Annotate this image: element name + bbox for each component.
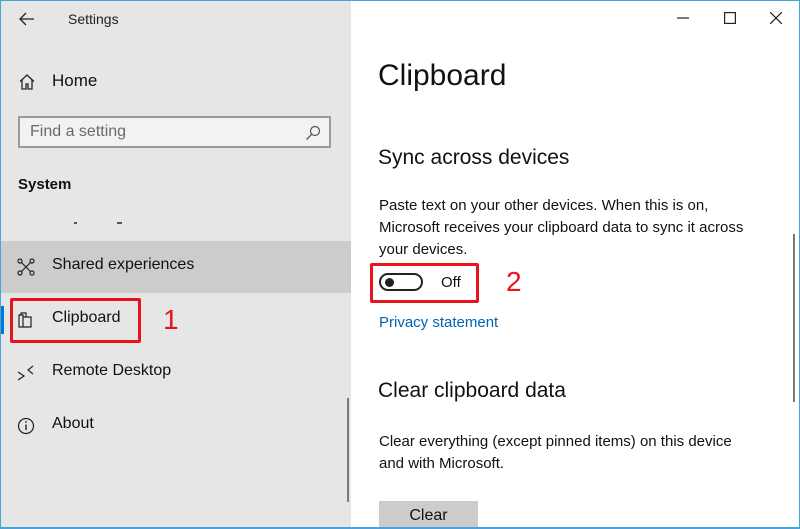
annotation-number-2: 2 xyxy=(506,266,522,297)
maximize-button[interactable] xyxy=(707,1,753,35)
sidebar-item-label: About xyxy=(52,415,94,432)
app-title: Settings xyxy=(68,11,119,27)
content-scrollbar[interactable] xyxy=(793,234,795,402)
clipped-sidebar-item xyxy=(1,206,351,236)
sidebar-item-about[interactable]: About xyxy=(1,400,351,452)
search-icon[interactable] xyxy=(305,125,321,141)
search-box[interactable] xyxy=(18,116,331,148)
annotation-box-2 xyxy=(370,263,479,303)
clipped-text-fragment xyxy=(74,222,77,224)
search-input[interactable] xyxy=(30,122,300,142)
privacy-statement-link[interactable]: Privacy statement xyxy=(379,314,498,331)
settings-window: Settings Home System Shared experiences xyxy=(0,0,800,529)
section-title: System xyxy=(18,176,72,193)
home-icon xyxy=(19,74,35,90)
info-icon xyxy=(17,417,35,435)
clear-button[interactable]: Clear xyxy=(379,501,478,527)
sidebar-scrollbar[interactable] xyxy=(347,398,349,502)
annotation-box-1 xyxy=(10,298,141,343)
sidebar-item-shared-experiences[interactable]: Shared experiences xyxy=(1,241,351,293)
shared-experiences-icon xyxy=(17,258,35,276)
remote-desktop-icon xyxy=(17,365,34,381)
close-icon xyxy=(770,12,782,24)
clipped-text-fragment xyxy=(117,222,122,224)
sidebar-item-label: Home xyxy=(52,71,98,90)
minimize-icon xyxy=(677,17,689,19)
sidebar-item-home[interactable]: Home xyxy=(1,65,351,99)
selection-indicator xyxy=(1,306,4,334)
close-button[interactable] xyxy=(753,1,799,35)
sync-heading: Sync across devices xyxy=(378,146,570,169)
content-pane: Clipboard Sync across devices Paste text… xyxy=(351,1,799,527)
arrow-left-icon xyxy=(19,12,34,26)
sidebar-item-label: Shared experiences xyxy=(52,256,195,273)
sidebar-item-label: Remote Desktop xyxy=(52,362,172,379)
maximize-icon xyxy=(724,12,736,24)
page-title: Clipboard xyxy=(378,59,507,92)
sidebar-item-remote-desktop[interactable]: Remote Desktop xyxy=(1,347,351,399)
back-button[interactable] xyxy=(15,7,39,31)
sync-description: Paste text on your other devices. When t… xyxy=(379,197,744,258)
clear-description: Clear everything (except pinned items) o… xyxy=(379,433,732,472)
minimize-button[interactable] xyxy=(661,1,707,35)
window-controls xyxy=(661,1,799,35)
annotation-number-1: 1 xyxy=(163,304,179,335)
clear-heading: Clear clipboard data xyxy=(378,379,566,402)
sidebar: Settings Home System Shared experiences xyxy=(1,1,351,527)
